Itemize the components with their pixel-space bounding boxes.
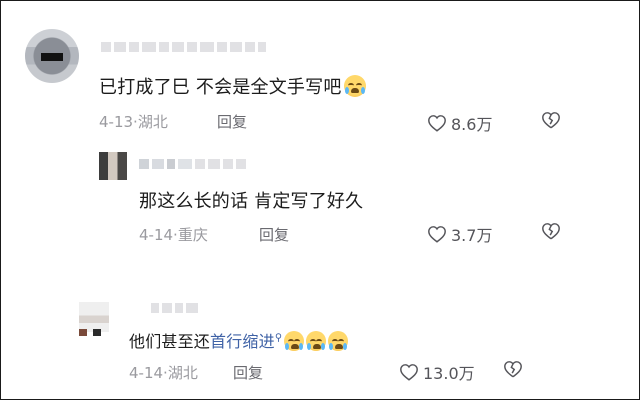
like-count: 8.6万 xyxy=(451,115,493,134)
avatar[interactable] xyxy=(99,152,127,180)
comment-location: 湖北 xyxy=(137,113,168,131)
reply-button[interactable]: 回复 xyxy=(217,111,247,132)
avatar[interactable] xyxy=(79,302,109,336)
crying-face-emoji xyxy=(328,331,349,351)
dislike-button[interactable] xyxy=(541,111,561,133)
comment-text: 那这么长的话 肯定写了好久 xyxy=(139,191,364,212)
broken-heart-icon xyxy=(542,223,560,240)
search-link[interactable]: 首行缩进 xyxy=(210,332,275,351)
heart-icon xyxy=(400,364,418,381)
comment-location: 重庆 xyxy=(177,226,208,244)
like-button[interactable]: 3.7万 xyxy=(427,222,492,246)
like-button[interactable]: 8.6万 xyxy=(427,111,492,135)
avatar[interactable] xyxy=(25,29,79,83)
broken-heart-icon xyxy=(504,361,522,378)
like-count: 3.7万 xyxy=(451,226,493,245)
comment-meta: 4-14·湖北 xyxy=(129,362,198,383)
username-redacted[interactable] xyxy=(139,158,246,170)
comment-text: 已打成了巳 不会是全文手写吧 xyxy=(99,73,366,99)
search-icon[interactable]: ⚲ xyxy=(275,333,283,344)
crying-face-emoji xyxy=(343,75,366,97)
comment-meta: 4-13·湖北 xyxy=(99,111,168,132)
broken-heart-icon xyxy=(542,112,560,129)
comment-meta: 4-14·重庆 xyxy=(139,224,208,245)
comment-text: 他们甚至还首行缩进⚲ xyxy=(129,328,349,352)
crying-face-emoji xyxy=(306,331,327,351)
comment-section: 已打成了巳 不会是全文手写吧 4-13·湖北 回复 8.6万 那这么长的话 肯定… xyxy=(0,0,640,400)
heart-icon xyxy=(428,115,446,132)
comment-location: 湖北 xyxy=(167,364,198,382)
dislike-button[interactable] xyxy=(541,222,561,244)
crying-face-emoji xyxy=(284,331,305,351)
reply-button[interactable]: 回复 xyxy=(233,362,263,383)
like-button[interactable]: 13.0万 xyxy=(399,360,475,384)
reply-button[interactable]: 回复 xyxy=(259,224,289,245)
username-redacted[interactable] xyxy=(101,41,266,53)
dislike-button[interactable] xyxy=(503,360,523,382)
comment-date: 4-13 xyxy=(99,113,134,131)
heart-icon xyxy=(428,226,446,243)
comment-body: 已打成了巳 不会是全文手写吧 xyxy=(99,77,342,98)
username-redacted[interactable] xyxy=(151,302,198,314)
comment-date: 4-14 xyxy=(139,226,174,244)
like-count: 13.0万 xyxy=(423,364,475,383)
comment-date: 4-14 xyxy=(129,364,164,382)
comment-body: 他们甚至还 xyxy=(129,332,211,351)
